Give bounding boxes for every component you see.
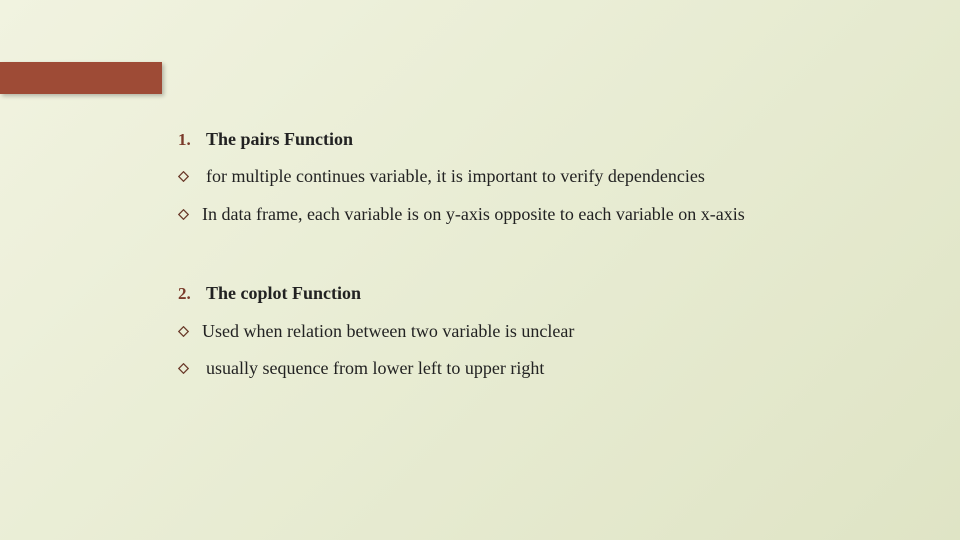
bullet-text: In data frame, each variable is on y-axi… [202, 203, 745, 226]
section-title: The pairs Function [202, 128, 353, 151]
section-title: The coplot Function [202, 282, 361, 305]
accent-bar [0, 62, 162, 94]
section-number: 1. [178, 129, 202, 151]
bullet-item: usually sequence from lower left to uppe… [178, 357, 920, 380]
section-heading: 1. The pairs Function [178, 128, 920, 151]
bullet-text: Used when relation between two variable … [202, 320, 574, 343]
diamond-icon [178, 209, 202, 220]
bullet-item: for multiple continues variable, it is i… [178, 165, 920, 188]
diamond-icon [178, 363, 202, 374]
bullet-item: In data frame, each variable is on y-axi… [178, 203, 920, 226]
slide-content: 1. The pairs Function for multiple conti… [178, 128, 920, 394]
section-number: 2. [178, 283, 202, 305]
section-spacing [178, 240, 920, 282]
bullet-text: usually sequence from lower left to uppe… [202, 357, 544, 380]
bullet-item: Used when relation between two variable … [178, 320, 920, 343]
bullet-text: for multiple continues variable, it is i… [202, 165, 705, 188]
diamond-icon [178, 326, 202, 337]
section-heading: 2. The coplot Function [178, 282, 920, 305]
diamond-icon [178, 171, 202, 182]
